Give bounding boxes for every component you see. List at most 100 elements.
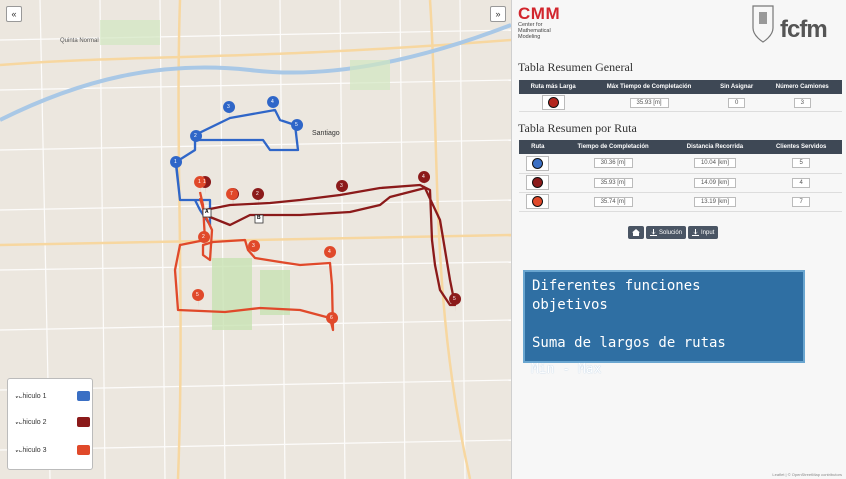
stop-label: 5 [295, 122, 298, 128]
time-cell: 35.74 [m] [556, 192, 670, 212]
route-swatch[interactable] [526, 155, 550, 171]
legend-item-vehiculo-3: vehiculo 3 [15, 445, 90, 455]
max-time-value: 35.93 [m] [629, 97, 669, 108]
cmm-sub: Modeling [518, 34, 541, 40]
action-buttons: Solución Input [628, 226, 719, 239]
route-map[interactable]: Quinta Normal Santiago 1 2 3 4 5 1 2 3 4… [0, 0, 512, 479]
max-time-cell: 35.93 [m] [587, 94, 711, 112]
clients-value: 7 [792, 196, 810, 207]
home-button[interactable] [628, 226, 644, 239]
stop-label: 5 [196, 292, 199, 298]
vehicle-legend: vehiculo 1 vehiculo 2 vehiculo 3 [7, 378, 93, 470]
caption-box: Diferentes funciones objetivos Suma de l… [523, 270, 805, 363]
caption-subline: Min - Max [531, 362, 602, 377]
table-header-row: Ruta Tiempo de Completación Distancia Re… [519, 140, 842, 154]
stop-label: 6 [330, 315, 333, 321]
stop-label: 1 [203, 179, 206, 185]
general-summary-title: Tabla Resumen General [518, 60, 634, 74]
stop-label: 3 [252, 243, 255, 249]
clients-cell: 4 [760, 173, 842, 193]
table-row[interactable]: 35.93 [m] 14.09 [km] 4 [519, 173, 842, 193]
collapse-left-button[interactable]: « [6, 6, 22, 22]
depot-label: A [205, 209, 209, 215]
time-cell: 30.36 [m] [556, 154, 670, 174]
table-row: 35.93 [m] 0 3 [519, 94, 842, 112]
time-value: 35.93 [m] [593, 177, 633, 188]
time-value: 35.74 [m] [593, 196, 633, 207]
distance-cell: 14.09 [km] [669, 173, 761, 193]
solution-download-button[interactable]: Solución [646, 226, 687, 239]
results-panel: CMM Center for Mathematical Modeling fcf… [512, 0, 846, 479]
col-header: Máx Tiempo de Completación [587, 80, 711, 94]
trucks-cell: 3 [762, 94, 842, 112]
clients-value: 4 [792, 177, 810, 188]
route-color-cell [519, 154, 557, 174]
collapse-right-button[interactable]: » [490, 6, 506, 22]
table-row[interactable]: 35.74 [m] 13.19 [km] 7 [519, 192, 842, 212]
input-download-button[interactable]: Input [688, 226, 719, 239]
time-cell: 35.93 [m] [556, 173, 670, 193]
longest-route-cell [519, 94, 588, 112]
route-color-cell [519, 173, 557, 193]
clients-cell: 7 [760, 192, 842, 212]
download-icon [650, 229, 657, 236]
depot-label: B [257, 215, 261, 221]
longest-route-swatch [541, 95, 565, 110]
stop-label: 2 [256, 191, 259, 197]
stop-label: 7 [230, 191, 233, 197]
truck-icon [15, 445, 90, 455]
unassigned-cell: 0 [710, 94, 763, 112]
caption-line: Suma de largos de rutas [532, 335, 726, 351]
trucks-value: 3 [793, 97, 811, 108]
route-swatch[interactable] [526, 194, 550, 209]
unassigned-value: 0 [727, 97, 746, 108]
distance-cell: 13.19 [km] [669, 192, 761, 212]
caption-line: objetivos [532, 297, 608, 313]
col-header: Ruta [519, 140, 557, 154]
stop-label: 4 [328, 249, 331, 255]
truck-icon [15, 417, 90, 427]
clients-cell: 5 [760, 154, 842, 174]
stop-label: 4 [422, 174, 425, 180]
download-icon [692, 229, 700, 236]
col-header: Ruta más Larga [519, 80, 588, 94]
truck-icon [15, 391, 90, 401]
legend-item-vehiculo-2: vehiculo 2 [15, 417, 90, 427]
cmm-title: CMM [518, 4, 561, 23]
stop-label: 4 [271, 99, 274, 105]
stop-label: 3 [227, 104, 230, 110]
map-attribution[interactable]: Leaflet | © OpenStreetMap contributors [772, 472, 842, 477]
general-summary-table: Ruta más Larga Máx Tiempo de Completació… [519, 80, 842, 112]
col-header: Sin Asignar [710, 80, 763, 94]
clients-value: 5 [792, 158, 810, 169]
stop-label: 2 [194, 133, 197, 139]
distance-value: 10.04 [km] [693, 158, 736, 169]
time-value: 30.36 [m] [593, 158, 633, 169]
stop-label: 5 [453, 296, 456, 302]
home-icon [632, 229, 640, 236]
stop-label: 3 [340, 183, 343, 189]
col-header: Número Camiones [762, 80, 842, 94]
col-header: Clientes Servidos [760, 140, 842, 154]
stop-label: 2 [202, 234, 205, 240]
route-summary-table: Ruta Tiempo de Completación Distancia Re… [519, 140, 842, 212]
distance-value: 13.19 [km] [693, 196, 736, 207]
route-swatch[interactable] [526, 175, 550, 190]
stop-label: 1 [198, 179, 201, 185]
stop-label: 1 [174, 159, 177, 165]
legend-item-vehiculo-1: vehiculo 1 [15, 391, 90, 401]
university-seal-icon [752, 5, 774, 43]
route-summary-title: Tabla Resumen por Ruta [518, 121, 637, 135]
solution-label: Solución [659, 229, 683, 236]
caption-line: Diferentes funciones [532, 278, 701, 294]
map-label-quinta-normal: Quinta Normal [60, 38, 99, 44]
table-header-row: Ruta más Larga Máx Tiempo de Completació… [519, 80, 842, 94]
input-label: Input [701, 229, 715, 236]
route-color-cell [519, 192, 557, 212]
fcfm-title: fcfm [780, 16, 828, 43]
col-header: Distancia Recorrida [669, 140, 761, 154]
table-row[interactable]: 30.36 [m] 10.04 [km] 5 [519, 154, 842, 174]
cmm-logo: CMM Center for Mathematical Modeling [518, 5, 560, 40]
col-header: Tiempo de Completación [556, 140, 670, 154]
distance-cell: 10.04 [km] [669, 154, 761, 174]
